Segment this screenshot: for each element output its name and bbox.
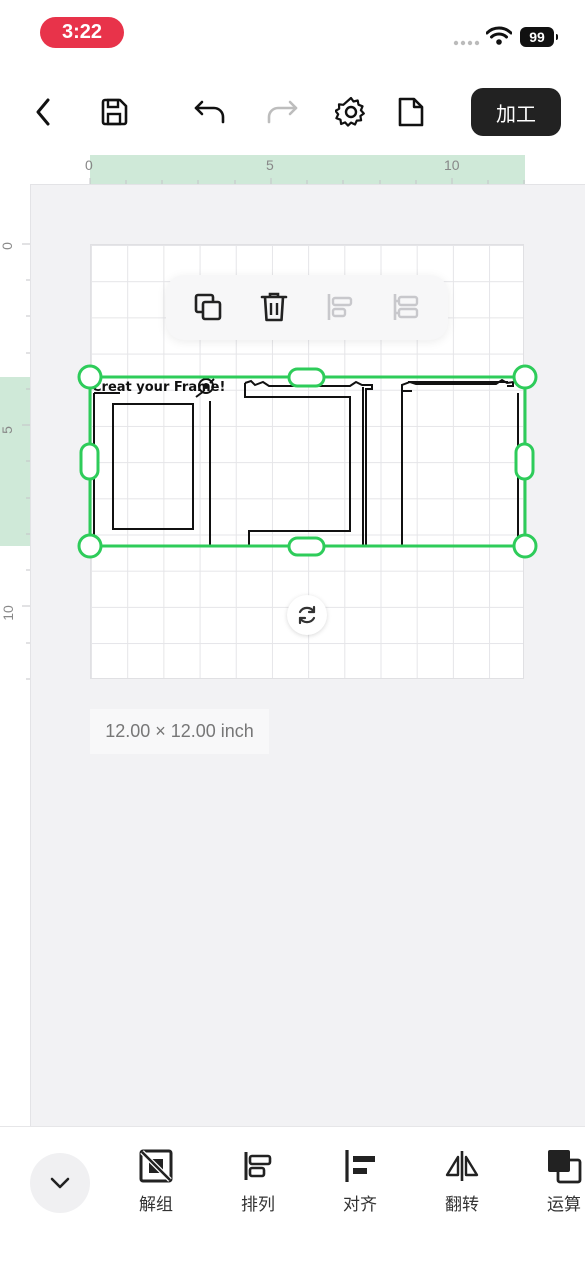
delete-button[interactable]	[256, 289, 292, 325]
arrange-label: 排列	[241, 1195, 275, 1214]
align-icon	[345, 1150, 375, 1182]
chevron-down-icon	[50, 1177, 70, 1189]
boolean-ops-icon	[548, 1150, 582, 1184]
undo-button[interactable]	[191, 94, 229, 130]
flip-icon	[445, 1151, 479, 1181]
resize-handle-bottom-left[interactable]	[77, 533, 103, 559]
floating-context-toolbar	[166, 275, 448, 340]
duplicate-button[interactable]	[190, 289, 226, 325]
arrange-tool[interactable]: 排列	[228, 1148, 288, 1215]
resize-handle-top-right[interactable]	[512, 364, 538, 390]
arrange-button-disabled[interactable]	[322, 289, 358, 325]
collapse-button[interactable]	[30, 1153, 90, 1213]
rotate-button[interactable]	[287, 595, 327, 635]
wifi-icon	[486, 26, 512, 45]
ruler-left-tick-10: 10	[0, 605, 16, 621]
align-tool[interactable]: 对齐	[330, 1148, 390, 1215]
flip-label: 翻转	[445, 1195, 479, 1214]
redo-button[interactable]	[263, 94, 301, 130]
ruler-top-tick-5: 5	[266, 157, 274, 173]
boolean-ops-tool[interactable]: 运算	[534, 1148, 585, 1215]
align-icon	[393, 294, 419, 320]
battery-indicator: 99	[520, 27, 558, 47]
ruler-left-tick-0: 0	[0, 242, 15, 250]
file-button[interactable]	[393, 94, 429, 130]
cellular-signal-icon	[453, 40, 480, 46]
undo-icon	[194, 100, 225, 124]
flip-tool[interactable]: 翻转	[432, 1148, 492, 1215]
resize-handle-top-left[interactable]	[77, 364, 103, 390]
rotate-icon	[298, 605, 316, 625]
ruler-top-tick-0: 0	[85, 157, 93, 173]
trash-icon	[260, 292, 288, 322]
save-icon	[101, 98, 128, 126]
ungroup-tool[interactable]: 解组	[126, 1148, 186, 1215]
mat-size-label: 12.00 × 12.00 inch	[90, 709, 269, 754]
chevron-left-icon	[36, 98, 50, 126]
gear-icon	[335, 96, 365, 127]
status-time: 3:22	[40, 17, 124, 48]
ungroup-label: 解组	[139, 1195, 173, 1214]
resize-handle-left[interactable]	[79, 442, 100, 481]
selection-box[interactable]	[76, 363, 540, 561]
resize-handle-bottom[interactable]	[287, 536, 326, 557]
process-button[interactable]: 加工	[471, 88, 561, 136]
resize-handle-bottom-right[interactable]	[512, 533, 538, 559]
file-icon	[398, 97, 424, 127]
ruler-left-ticks	[22, 243, 30, 680]
arrange-icon	[327, 294, 353, 320]
ruler-left-tick-5: 5	[0, 426, 15, 434]
align-button-disabled[interactable]	[388, 289, 424, 325]
ungroup-icon	[139, 1149, 173, 1183]
duplicate-icon	[194, 293, 222, 321]
boolean-ops-label: 运算	[547, 1195, 581, 1214]
back-button[interactable]	[26, 94, 60, 130]
align-label: 对齐	[343, 1195, 377, 1214]
redo-icon	[267, 100, 298, 124]
save-button[interactable]	[96, 94, 132, 130]
resize-handle-right[interactable]	[514, 442, 535, 481]
arrange-icon	[244, 1152, 272, 1180]
resize-handle-top[interactable]	[287, 367, 326, 388]
settings-button[interactable]	[332, 94, 370, 130]
ruler-top-tick-10: 10	[444, 157, 460, 173]
bottom-toolbar	[0, 1126, 585, 1267]
